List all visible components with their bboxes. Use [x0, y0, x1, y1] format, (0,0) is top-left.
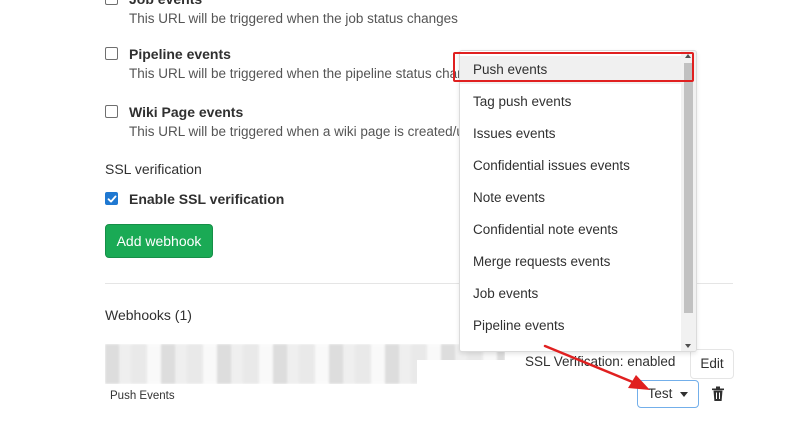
caret-down-icon — [680, 391, 689, 397]
job-events-desc: This URL will be triggered when the job … — [129, 11, 458, 26]
wiki-page-events-checkbox[interactable] — [105, 105, 118, 118]
test-events-dropdown: Push events Tag push events Issues event… — [459, 50, 697, 352]
dropdown-item-confidential-issues-events[interactable]: Confidential issues events — [473, 158, 630, 173]
job-events-title: Job events — [129, 0, 458, 9]
add-webhook-button[interactable]: Add webhook — [105, 224, 213, 258]
dropdown-item-push-events[interactable]: Push events — [473, 62, 547, 77]
pipeline-events-desc: This URL will be triggered when the pipe… — [129, 66, 487, 81]
dropdown-item-pipeline-events[interactable]: Pipeline events — [473, 318, 565, 333]
pipeline-events-title: Pipeline events — [129, 46, 231, 62]
enable-ssl-label: Enable SSL verification — [129, 191, 285, 207]
ssl-verification-heading: SSL verification — [105, 161, 202, 177]
dropdown-item-confidential-note-events[interactable]: Confidential note events — [473, 222, 618, 237]
trash-icon[interactable] — [711, 386, 725, 402]
webhook-events-badge: Push Events — [110, 390, 175, 402]
dropdown-item-tag-push-events[interactable]: Tag push events — [473, 94, 571, 109]
test-button-label: Test — [647, 386, 673, 401]
scrollbar-thumb[interactable] — [684, 63, 693, 313]
edit-webhook-button[interactable]: Edit — [690, 349, 734, 379]
scroll-down-arrow-icon[interactable] — [685, 344, 691, 348]
dropdown-item-merge-requests-events[interactable]: Merge requests events — [473, 254, 610, 269]
option-job-events[interactable]: Job events This URL will be triggered wh… — [105, 0, 458, 29]
webhooks-settings-page: Job events This URL will be triggered wh… — [0, 0, 809, 440]
dropdown-scrollbar[interactable] — [681, 51, 696, 351]
webhooks-list-title: Webhooks (1) — [105, 307, 192, 323]
dropdown-item-issues-events[interactable]: Issues events — [473, 126, 556, 141]
option-wiki-page-events[interactable]: Wiki Page events This URL will be trigge… — [105, 102, 505, 142]
option-enable-ssl[interactable]: Enable SSL verification — [105, 189, 284, 209]
check-icon — [107, 195, 116, 202]
dropdown-item-note-events[interactable]: Note events — [473, 190, 545, 205]
wiki-page-events-desc: This URL will be triggered when a wiki p… — [129, 124, 506, 139]
option-pipeline-events[interactable]: Pipeline events This URL will be trigger… — [105, 44, 486, 84]
enable-ssl-checkbox[interactable] — [105, 192, 118, 205]
wiki-page-events-title: Wiki Page events — [129, 104, 244, 120]
dropdown-item-job-events[interactable]: Job events — [473, 286, 538, 301]
test-webhook-button[interactable]: Test — [637, 380, 699, 408]
redacted-webhook-url — [105, 344, 505, 384]
job-events-checkbox[interactable] — [105, 0, 118, 5]
webhook-ssl-status: SSL Verification: enabled — [525, 354, 676, 369]
pipeline-events-checkbox[interactable] — [105, 47, 118, 60]
scroll-up-arrow-icon[interactable] — [685, 54, 691, 58]
